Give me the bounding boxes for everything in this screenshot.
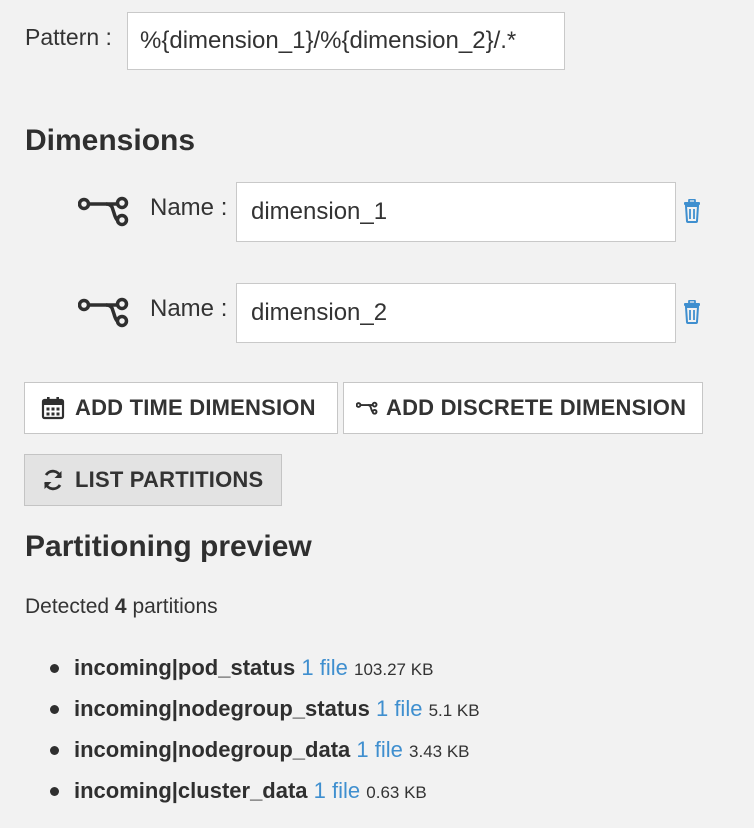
partition-size: 103.27 KB	[354, 660, 434, 679]
detected-suffix: partitions	[132, 595, 218, 618]
partition-files-link[interactable]: 1 file	[314, 778, 360, 803]
partition-size: 3.43 KB	[409, 742, 470, 761]
calendar-icon	[41, 397, 65, 420]
add-discrete-dimension-button[interactable]: ADD DISCRETE DIMENSION	[343, 382, 703, 434]
partition-files-link[interactable]: 1 file	[301, 655, 347, 680]
trash-icon[interactable]	[682, 300, 702, 324]
partitioning-panel: Pattern : Dimensions Name : Name	[0, 0, 754, 828]
pattern-input[interactable]	[127, 12, 565, 70]
partition-name: incoming|pod_status	[74, 655, 296, 680]
discrete-dimension-icon	[78, 196, 129, 227]
partition-name: incoming|nodegroup_status	[74, 696, 370, 721]
add-time-dimension-label: ADD TIME DIMENSION	[75, 395, 316, 420]
bullet	[50, 787, 59, 796]
dimension-row: Name :	[0, 283, 754, 343]
pattern-label: Pattern :	[25, 24, 112, 50]
list-partitions-label: LIST PARTITIONS	[75, 467, 264, 492]
discrete-dimension-icon	[356, 401, 378, 415]
detected-summary: Detected 4 partitions	[25, 595, 218, 619]
bullet	[50, 705, 59, 714]
partitioning-preview-title: Partitioning preview	[25, 530, 312, 563]
partition-files-link[interactable]: 1 file	[356, 737, 402, 762]
partition-size: 0.63 KB	[366, 783, 427, 802]
dimension-name-label: Name :	[150, 295, 228, 322]
dimension-name-input[interactable]	[236, 182, 676, 242]
detected-count: 4	[114, 595, 127, 618]
trash-icon[interactable]	[682, 199, 702, 223]
refresh-icon	[44, 469, 62, 491]
dimension-name-label: Name :	[150, 194, 228, 221]
detected-prefix: Detected	[25, 595, 110, 618]
discrete-dimension-icon	[78, 297, 129, 328]
dimension-row: Name :	[0, 182, 754, 242]
partition-files-link[interactable]: 1 file	[376, 696, 422, 721]
partition-name: incoming|nodegroup_data	[74, 737, 351, 762]
add-discrete-dimension-label: ADD DISCRETE DIMENSION	[386, 395, 687, 420]
dimension-name-input[interactable]	[236, 283, 676, 343]
bullet	[50, 746, 59, 755]
partition-name: incoming|cluster_data	[74, 778, 308, 803]
list-partitions-button[interactable]: LIST PARTITIONS	[24, 454, 282, 506]
bullet	[50, 664, 59, 673]
partition-size: 5.1 KB	[428, 701, 480, 720]
dimensions-title: Dimensions	[25, 124, 196, 157]
add-time-dimension-button[interactable]: ADD TIME DIMENSION	[24, 382, 338, 434]
